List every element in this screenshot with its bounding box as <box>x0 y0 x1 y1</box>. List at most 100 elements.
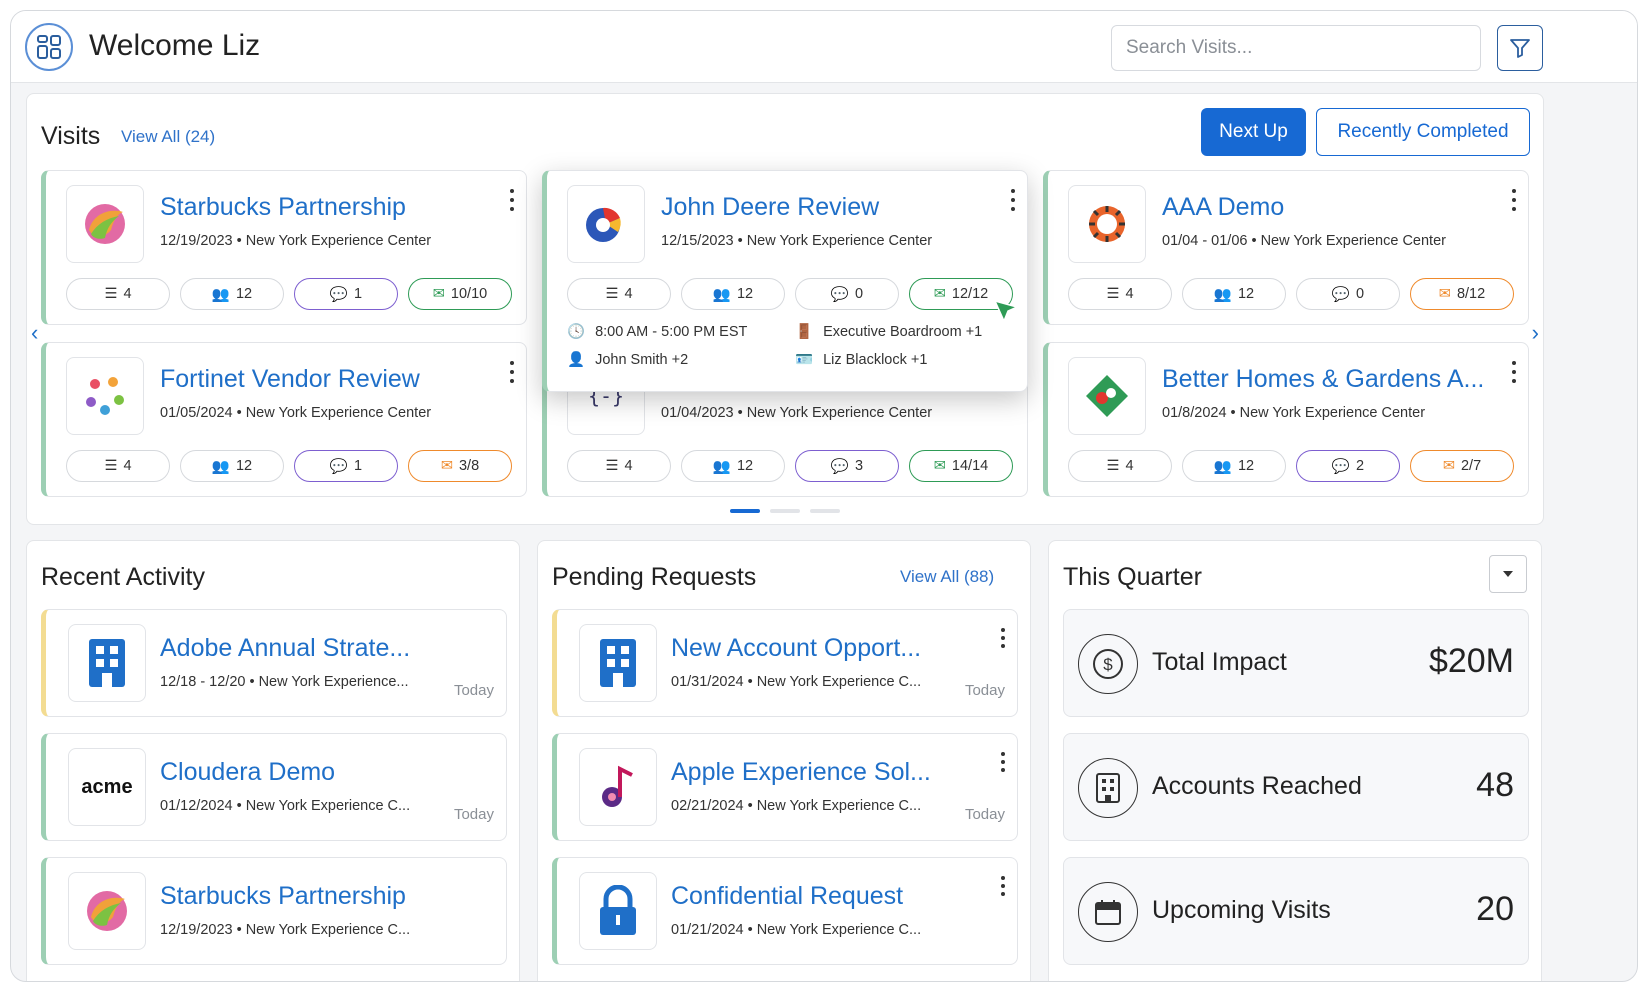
quarter-dropdown[interactable] <box>1489 555 1527 593</box>
activity-meta: 01/12/2024 • New York Experience C... <box>160 798 411 814</box>
visit-meta: 12/19/2023 • New York Experience Center <box>160 233 432 249</box>
search-input[interactable] <box>1111 25 1481 71</box>
visit-title[interactable]: John Deere Review <box>661 193 879 222</box>
activity-title[interactable]: Cloudera Demo <box>160 758 335 787</box>
comment-count[interactable]: 💬 3 <box>795 450 899 482</box>
visits-view-all-link[interactable]: View All (24) <box>121 127 215 147</box>
invite-count[interactable]: ✉ 8/12 <box>1410 278 1514 310</box>
page-dot[interactable] <box>770 509 800 513</box>
agenda-count[interactable]: ☰ 4 <box>1068 450 1172 482</box>
activity-item[interactable]: Adobe Annual Strate... 12/18 - 12/20 • N… <box>41 609 507 717</box>
more-options-icon[interactable] <box>999 628 1007 648</box>
invite-count[interactable]: ✉ 3/8 <box>408 450 512 482</box>
visit-title[interactable]: Better Homes & Gardens A... <box>1162 365 1484 394</box>
visit-meta: 01/04/2023 • New York Experience Center <box>661 405 933 421</box>
visits-panel: Visits View All (24) Next Up Recently Co… <box>26 93 1544 525</box>
visit-title[interactable]: AAA Demo <box>1162 193 1284 222</box>
more-options-icon[interactable] <box>999 752 1007 772</box>
visit-card[interactable]: Fortinet Vendor Review 01/05/2024 • New … <box>41 342 527 497</box>
more-options-icon[interactable] <box>508 189 516 211</box>
people-icon: 👥 <box>211 286 230 303</box>
visit-card[interactable]: Starbucks Partnership 12/19/2023 • New Y… <box>41 170 527 325</box>
comments-icon: 💬 <box>329 286 348 303</box>
people-icon: 👥 <box>1213 458 1232 475</box>
music-note-icon <box>602 765 633 807</box>
attendee-count[interactable]: 👥 12 <box>1182 278 1286 310</box>
carousel-next-icon[interactable]: › <box>1532 320 1539 346</box>
activity-time: Today <box>453 806 494 823</box>
comments-icon: 💬 <box>1331 286 1350 303</box>
request-item[interactable]: New Account Opport... 01/31/2024 • New Y… <box>552 609 1018 717</box>
comment-count[interactable]: 💬 2 <box>1296 450 1400 482</box>
next-up-button[interactable]: Next Up <box>1201 108 1306 156</box>
visit-title[interactable]: Starbucks Partnership <box>160 193 406 222</box>
agenda-count[interactable]: ☰ 4 <box>567 450 671 482</box>
activity-title[interactable]: Starbucks Partnership <box>160 882 406 911</box>
page-dot[interactable] <box>810 509 840 513</box>
recently-completed-button[interactable]: Recently Completed <box>1316 108 1530 156</box>
page-dot-active[interactable] <box>730 509 760 513</box>
pending-requests-title: Pending Requests <box>552 563 757 591</box>
grid-menu-icon <box>37 35 61 59</box>
activity-title[interactable]: Adobe Annual Strate... <box>160 634 410 663</box>
pending-view-all-link[interactable]: View All (88) <box>900 567 994 587</box>
comment-count[interactable]: 💬 1 <box>294 278 398 310</box>
stat-value: 20 <box>1476 890 1514 928</box>
comment-count[interactable]: 💬 1 <box>294 450 398 482</box>
request-title[interactable]: Apple Experience Sol... <box>671 758 931 787</box>
stat-label: Total Impact <box>1152 648 1287 676</box>
better-homes-logo <box>1068 357 1146 435</box>
stat-value: $20M <box>1428 642 1514 680</box>
request-title[interactable]: Confidential Request <box>671 882 903 911</box>
person-icon: 👤 <box>567 352 586 368</box>
more-options-icon[interactable] <box>1009 189 1017 211</box>
carousel-pagination <box>730 509 840 513</box>
john-deere-logo <box>567 185 645 263</box>
attendee-count[interactable]: 👥 12 <box>681 450 785 482</box>
fortinet-logo <box>66 357 144 435</box>
agenda-count[interactable]: ☰ 4 <box>66 450 170 482</box>
agenda-count[interactable]: ☰ 4 <box>66 278 170 310</box>
request-item[interactable]: Apple Experience Sol... 02/21/2024 • New… <box>552 733 1018 841</box>
activity-item[interactable]: Starbucks Partnership 12/19/2023 • New Y… <box>41 857 507 965</box>
chevron-down-icon <box>1503 571 1513 577</box>
more-options-icon[interactable] <box>1510 361 1518 383</box>
attendee-count[interactable]: 👥 12 <box>681 278 785 310</box>
agenda-count[interactable]: ☰ 4 <box>1068 278 1172 310</box>
app-menu-button[interactable] <box>25 23 73 71</box>
visit-card-expanded[interactable]: John Deere Review 12/15/2023 • New York … <box>542 170 1028 392</box>
request-time: Today <box>964 806 1005 823</box>
visit-title[interactable]: Fortinet Vendor Review <box>160 365 420 394</box>
attendee-count[interactable]: 👥 12 <box>1182 450 1286 482</box>
invite-count[interactable]: ✉ 14/14 <box>909 450 1013 482</box>
agenda-count[interactable]: ☰ 4 <box>567 278 671 310</box>
request-item[interactable]: Confidential Request 01/21/2024 • New Yo… <box>552 857 1018 965</box>
visit-card[interactable]: AAA Demo 01/04 - 01/06 • New York Experi… <box>1043 170 1529 325</box>
carousel-prev-icon[interactable]: ‹ <box>31 320 38 346</box>
filter-icon <box>1510 39 1530 58</box>
time-row: 🕓 8:00 AM - 5:00 PM EST <box>567 323 748 341</box>
attendee-count[interactable]: 👥 12 <box>180 278 284 310</box>
filter-button[interactable] <box>1497 25 1543 71</box>
activity-item[interactable]: acme Cloudera Demo 01/12/2024 • New York… <box>41 733 507 841</box>
more-options-icon[interactable] <box>999 876 1007 896</box>
more-options-icon[interactable] <box>1510 189 1518 211</box>
list-icon: ☰ <box>104 458 118 474</box>
pending-requests-panel: Pending Requests View All (88) New Accou… <box>537 540 1031 981</box>
comment-count[interactable]: 💬 0 <box>795 278 899 310</box>
visit-card[interactable]: Better Homes & Gardens A... 01/8/2024 • … <box>1043 342 1529 497</box>
request-title[interactable]: New Account Opport... <box>671 634 921 663</box>
attendee-count[interactable]: 👥 12 <box>180 450 284 482</box>
starbucks-logo <box>66 185 144 263</box>
activity-time: Today <box>453 682 494 699</box>
mail-icon: ✉ <box>933 458 946 474</box>
comment-count[interactable]: 💬 0 <box>1296 278 1400 310</box>
visit-meta: 01/04 - 01/06 • New York Experience Cent… <box>1162 233 1446 249</box>
invite-count[interactable]: ✉ 10/10 <box>408 278 512 310</box>
this-quarter-title: This Quarter <box>1063 563 1202 591</box>
invite-count[interactable]: ✉ 2/7 <box>1410 450 1514 482</box>
more-options-icon[interactable] <box>508 361 516 383</box>
this-quarter-panel: This Quarter $ Total Impact $20M Account… <box>1048 540 1542 981</box>
visit-meta: 01/05/2024 • New York Experience Center <box>160 405 432 421</box>
svg-text:$: $ <box>1103 655 1113 674</box>
